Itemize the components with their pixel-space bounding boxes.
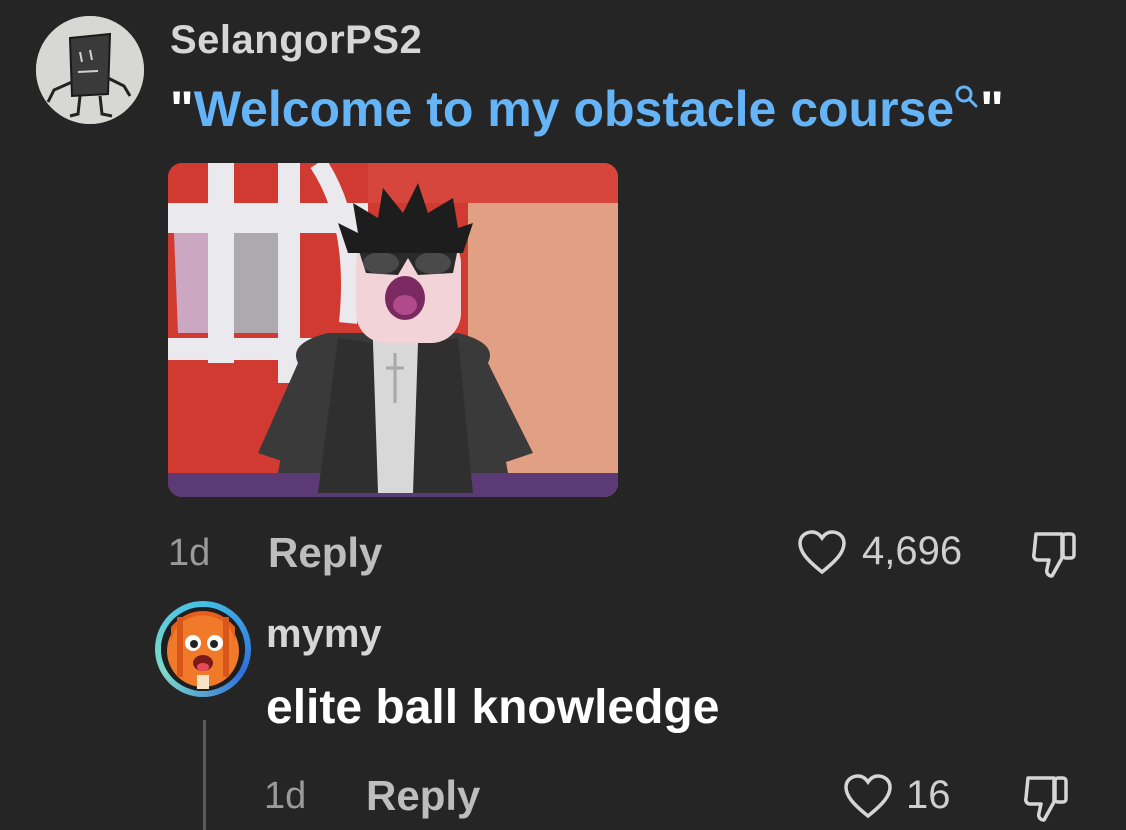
orange-character-avatar-icon: [161, 607, 245, 691]
reply-like-button[interactable]: [843, 774, 893, 820]
reply-username[interactable]: mymy: [266, 612, 382, 657]
thumbs-down-icon: [1032, 532, 1076, 578]
reply-avatar[interactable]: [155, 601, 251, 697]
heart-icon: [798, 530, 846, 575]
avatar[interactable]: [36, 16, 144, 124]
roblox-character-image: [168, 163, 618, 497]
reply-reply-button[interactable]: Reply: [366, 772, 480, 820]
reply-age: 1d: [264, 775, 307, 817]
quote-open: ": [170, 81, 194, 137]
thread-line: [203, 720, 206, 830]
like-button[interactable]: [797, 530, 847, 576]
comment-image[interactable]: [168, 163, 618, 497]
reply-button[interactable]: Reply: [268, 529, 382, 577]
block-character-avatar-icon: [36, 16, 144, 124]
comment-age: 1d: [168, 532, 211, 574]
reply-text: elite ball knowledge: [266, 681, 720, 734]
search-icon[interactable]: [954, 84, 980, 110]
thumbs-down-icon: [1024, 776, 1068, 822]
comment-text: "Welcome to my obstacle course ": [170, 80, 1004, 138]
reply-dislike-button[interactable]: [1022, 772, 1072, 824]
search-link[interactable]: Welcome to my obstacle course: [194, 81, 954, 137]
like-count: 4,696: [862, 529, 963, 573]
comment-username[interactable]: SelangorPS2: [170, 18, 422, 63]
quote-close: ": [980, 81, 1004, 137]
dislike-button[interactable]: [1030, 528, 1080, 580]
reply-like-count: 16: [906, 773, 951, 817]
heart-icon: [844, 774, 892, 819]
